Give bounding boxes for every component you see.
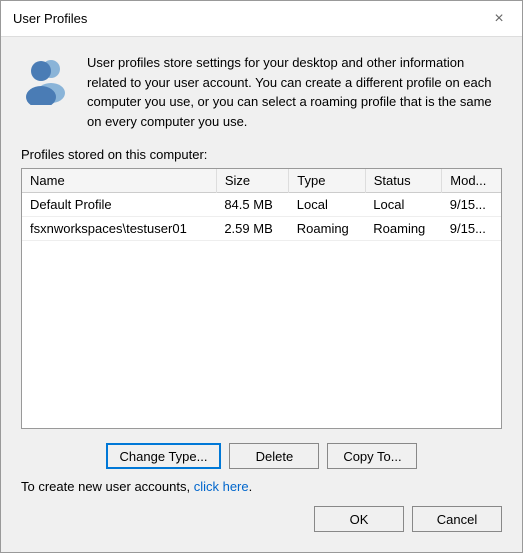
table-cell: Default Profile [22,193,216,217]
col-header-type: Type [289,169,366,193]
title-bar: User Profiles × [1,1,522,37]
change-type-button[interactable]: Change Type... [106,443,222,469]
profiles-table: Name Size Type Status Mod... Default Pro… [22,169,501,241]
table-row[interactable]: Default Profile84.5 MBLocalLocal9/15... [22,193,501,217]
table-cell: 2.59 MB [216,217,288,241]
table-cell: 9/15... [442,217,501,241]
profiles-section-label: Profiles stored on this computer: [21,147,502,162]
user-profiles-dialog: User Profiles × User profiles store sett… [0,0,523,553]
info-description: User profiles store settings for your de… [87,53,502,131]
cancel-button[interactable]: Cancel [412,506,502,532]
user-icon [21,53,73,105]
profiles-table-container: Name Size Type Status Mod... Default Pro… [21,168,502,429]
dialog-body: User profiles store settings for your de… [1,37,522,552]
footer-link-prefix: To create new user accounts, [21,479,194,494]
col-header-mod: Mod... [442,169,501,193]
col-header-size: Size [216,169,288,193]
table-cell: Roaming [365,217,442,241]
action-buttons-row: Change Type... Delete Copy To... [21,443,502,469]
create-accounts-link[interactable]: click here [194,479,249,494]
footer-link-row: To create new user accounts, click here. [21,479,502,494]
table-cell: 84.5 MB [216,193,288,217]
close-button[interactable]: × [488,8,510,30]
footer-link-suffix: . [249,479,253,494]
table-header-row: Name Size Type Status Mod... [22,169,501,193]
ok-button[interactable]: OK [314,506,404,532]
col-header-status: Status [365,169,442,193]
table-cell: Local [289,193,366,217]
delete-button[interactable]: Delete [229,443,319,469]
col-header-name: Name [22,169,216,193]
table-cell: fsxnworkspaces\testuser01 [22,217,216,241]
table-row[interactable]: fsxnworkspaces\testuser012.59 MBRoamingR… [22,217,501,241]
table-cell: 9/15... [442,193,501,217]
table-cell: Roaming [289,217,366,241]
dialog-title: User Profiles [13,11,87,26]
copy-to-button[interactable]: Copy To... [327,443,417,469]
info-section: User profiles store settings for your de… [21,53,502,131]
ok-cancel-row: OK Cancel [21,506,502,536]
table-cell: Local [365,193,442,217]
